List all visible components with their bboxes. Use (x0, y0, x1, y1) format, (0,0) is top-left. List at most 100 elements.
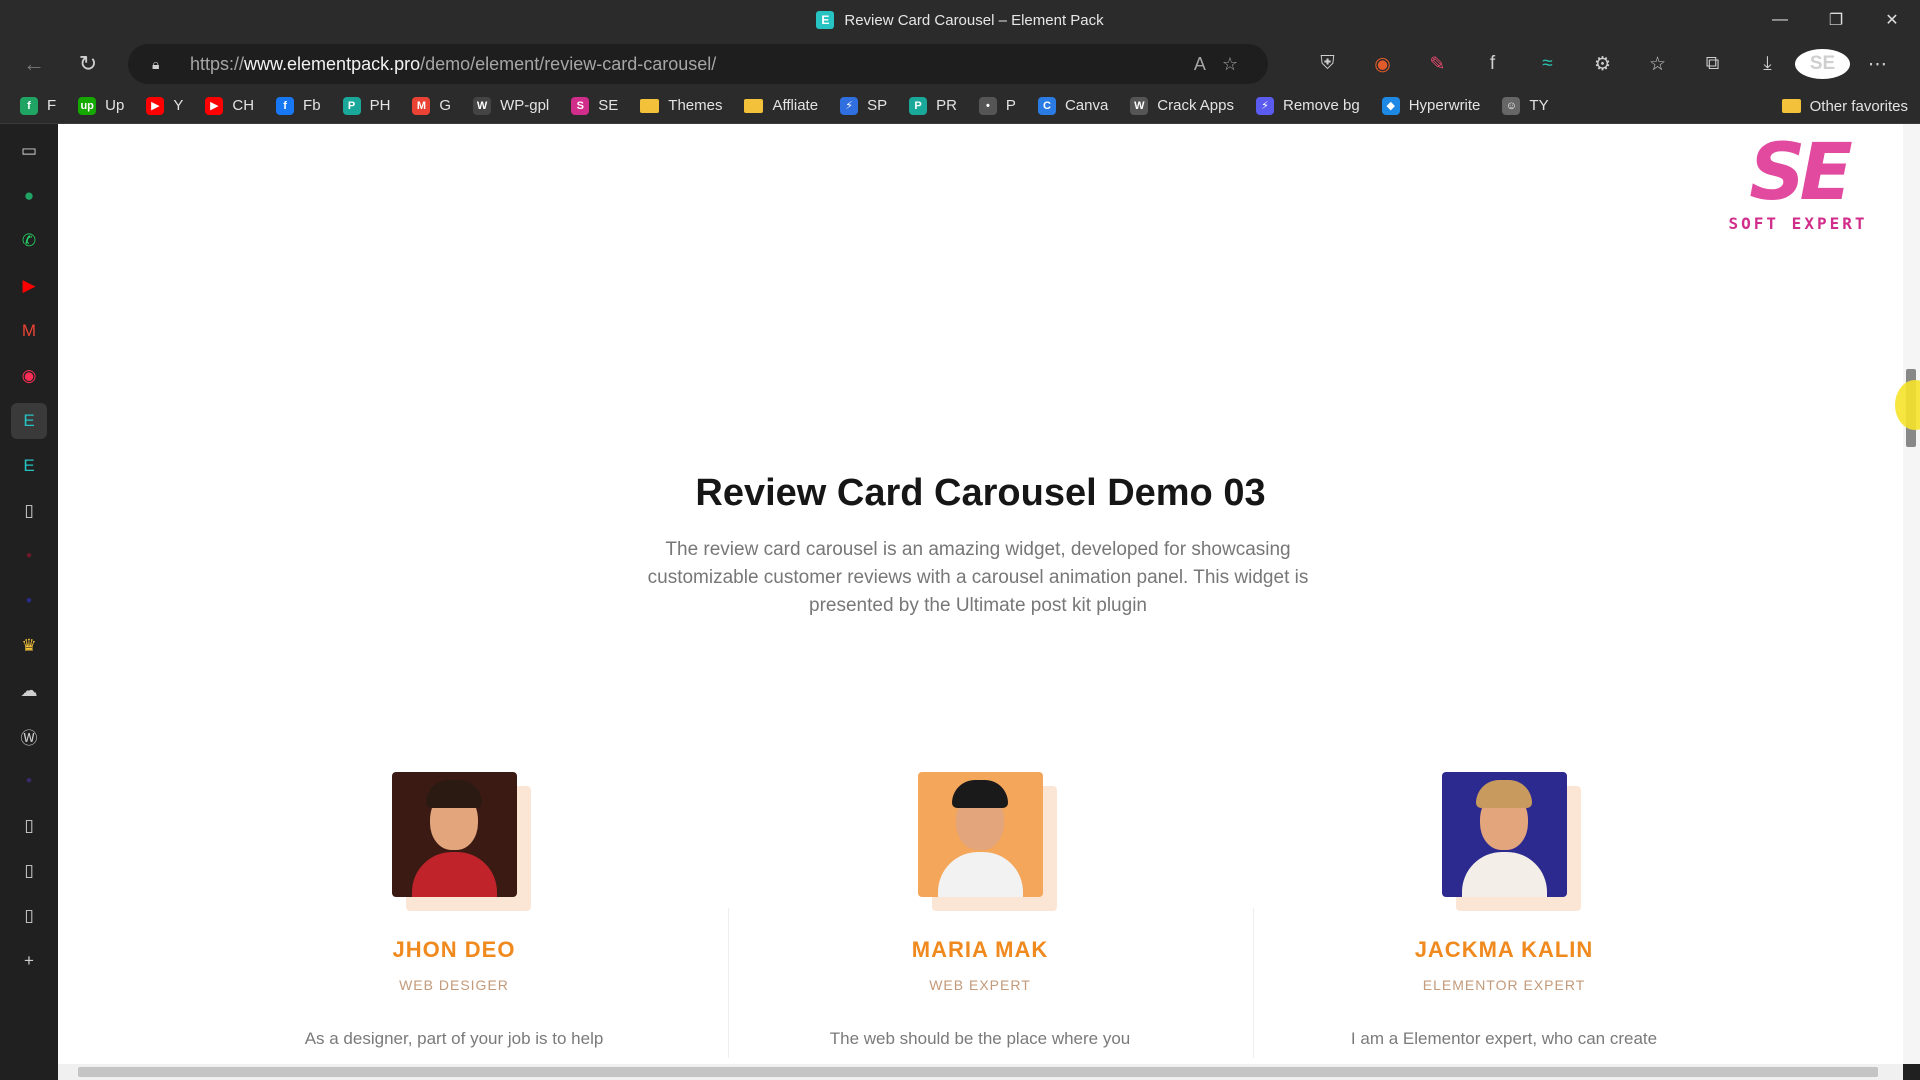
app-red-icon[interactable]: • (11, 538, 47, 574)
tab-actions-icon[interactable]: ▭ (11, 133, 47, 169)
horizontal-scrollbar[interactable] (58, 1064, 1903, 1080)
whatsapp-icon[interactable]: ✆ (11, 223, 47, 259)
bookmark-favicon-icon: ⚡ (1256, 96, 1274, 115)
window-title: Review Card Carousel – Element Pack (844, 11, 1104, 29)
add-sidebar-app-icon[interactable]: + (11, 943, 47, 979)
bookmark-label: Affliate (772, 97, 819, 114)
vertical-scrollbar[interactable] (1903, 124, 1920, 1064)
bookmark-ph[interactable]: P PH (342, 96, 391, 115)
url-host: www.elementpack.pro (244, 53, 421, 74)
reviewer-photo (1441, 772, 1567, 897)
document-icon[interactable]: ▯ (11, 493, 47, 529)
logo-mark: SE (1749, 128, 1852, 218)
office-extension-icon[interactable]: ◉ (1355, 53, 1410, 76)
browser-toolbar: ⛨ ◉ ✎ f ≈ ⚙ ☆ ⧉ ⤓ SE ⋯ (1300, 40, 1905, 88)
bookmark-pr[interactable]: P PR (909, 96, 957, 115)
trophy-icon[interactable]: ♛ (11, 628, 47, 664)
minimize-button[interactable]: — (1752, 0, 1808, 40)
bookmark-ty[interactable]: ☺ TY (1502, 96, 1549, 115)
close-button[interactable]: ✕ (1864, 0, 1920, 40)
photo-hair (951, 780, 1008, 808)
bookmark-label: TY (1529, 97, 1549, 114)
bookmark-favicon-icon: f (20, 96, 38, 115)
photo-body (1461, 852, 1547, 897)
review-text: The web should be the place where you (829, 1029, 1131, 1048)
wordpress-icon[interactable]: Ⓦ (11, 718, 47, 754)
bookmark-favicon-icon: ▶ (205, 96, 224, 115)
bookmark-label: Y (173, 97, 184, 114)
bookmark-hyperwrite[interactable]: ◆ Hyperwrite (1381, 96, 1480, 115)
bookmark-se[interactable]: S SE (571, 96, 619, 115)
horizontal-scroll-thumb[interactable] (78, 1067, 1878, 1077)
downloads-icon[interactable]: ⤓ (1740, 53, 1795, 75)
bookmark-sp[interactable]: ⚡ SP (840, 96, 887, 115)
address-bar[interactable]: 🔒︎ https://www.elementpack.pro/demo/elem… (128, 44, 1268, 84)
page-icon[interactable]: ▯ (11, 808, 47, 844)
pen-extension-icon[interactable]: ✎ (1410, 53, 1465, 76)
font-extension-icon[interactable]: f (1465, 53, 1520, 75)
collections-icon[interactable]: ⧉ (1685, 53, 1740, 75)
extensions-puzzle-icon[interactable]: ⚙ (1575, 53, 1630, 76)
lock-icon[interactable]: 🔒︎ (152, 56, 168, 72)
bookmark-favicon-icon: ☺ (1502, 96, 1521, 115)
favorites-icon[interactable]: ☆ (1630, 53, 1685, 76)
bookmark-ch[interactable]: ▶ CH (205, 96, 254, 115)
review-card[interactable]: JACKMA KALIN ELEMENTOR EXPERT I am a Ele… (1244, 772, 1764, 1049)
other-favorites-folder[interactable]: Other favorites (1781, 88, 1908, 124)
bookmark-favicon-icon: up (78, 96, 97, 115)
title-bar: E Review Card Carousel – Element Pack — … (0, 0, 1920, 40)
record-icon[interactable]: ◉ (11, 358, 47, 394)
bookmark-label: P (1005, 97, 1016, 114)
page-icon-2[interactable]: ▯ (11, 853, 47, 889)
review-card[interactable]: JHON DEO WEB DESIGER As a designer, part… (194, 772, 714, 1049)
page-icon-3[interactable]: ▯ (11, 898, 47, 934)
bookmark-p[interactable]: • P (978, 96, 1016, 115)
element-pack-favicon-icon: E (816, 11, 835, 29)
element-pack-icon[interactable]: E (11, 403, 47, 439)
bookmark-label: Themes (668, 97, 723, 114)
fiverr-icon[interactable]: ● (11, 178, 47, 214)
app-purple-icon[interactable]: • (11, 763, 47, 799)
gmail-icon[interactable]: M (11, 313, 47, 349)
more-menu-icon[interactable]: ⋯ (1850, 53, 1905, 76)
refresh-icon[interactable]: ↻ (68, 44, 108, 84)
bookmark-favicon-icon: P (342, 96, 361, 115)
bookmark-g[interactable]: MG (412, 96, 451, 115)
wave-extension-icon[interactable]: ≈ (1520, 53, 1575, 75)
cloud-icon[interactable]: ☁ (11, 673, 47, 709)
bookmark-f[interactable]: fF (20, 96, 56, 115)
profile-avatar: SE (1795, 49, 1850, 79)
add-favorite-star-icon[interactable]: ☆ (1222, 54, 1238, 75)
bookmark-favicon-icon: ⚡ (840, 96, 859, 115)
profile-button[interactable]: SE (1795, 49, 1850, 79)
review-card[interactable]: MARIA MAK WEB EXPERT The web should be t… (720, 772, 1240, 1049)
bookmark-up[interactable]: up Up (78, 96, 124, 115)
app-blue-icon[interactable]: • (11, 583, 47, 619)
bookmark-label: PH (369, 97, 391, 114)
bookmark-label: PR (936, 97, 957, 114)
back-arrow-icon[interactable]: ← (14, 44, 54, 84)
bookmark-wp-gpl[interactable]: W WP-gpl (473, 96, 549, 115)
youtube-icon[interactable]: ▶ (11, 268, 47, 304)
bookmark-themes[interactable]: Themes (640, 97, 722, 114)
bookmark-favicon-icon: M (412, 96, 431, 115)
bookmark-favicon-icon: P (909, 96, 928, 115)
bookmark-y[interactable]: ▶ Y (146, 96, 184, 115)
bookmark-favicon-icon: W (1130, 96, 1149, 115)
photo-hair (1475, 780, 1532, 808)
review-text: I am a Elementor expert, who can create (1350, 1029, 1658, 1048)
bookmark-label: SE (598, 97, 619, 114)
element-pack-alt-icon[interactable]: E (11, 448, 47, 484)
section-title: Review Card Carousel Demo 03 (695, 472, 1266, 514)
bookmark-canva[interactable]: C Canva (1037, 96, 1108, 115)
read-aloud-icon[interactable]: A (1194, 54, 1206, 75)
bookmark-fb[interactable]: f Fb (276, 96, 321, 115)
folder-icon (640, 98, 660, 113)
review-text: As a designer, part of your job is to he… (304, 1029, 604, 1048)
bookmark-affliate[interactable]: Affliate (744, 97, 818, 114)
restore-button[interactable]: ❐ (1808, 0, 1864, 40)
bookmark-crack-apps[interactable]: W Crack Apps (1130, 96, 1234, 115)
shield-extension-icon[interactable]: ⛨ (1300, 53, 1355, 75)
bookmark-remove-bg[interactable]: ⚡ Remove bg (1256, 96, 1360, 115)
bookmark-favicon-icon: W (473, 96, 492, 115)
